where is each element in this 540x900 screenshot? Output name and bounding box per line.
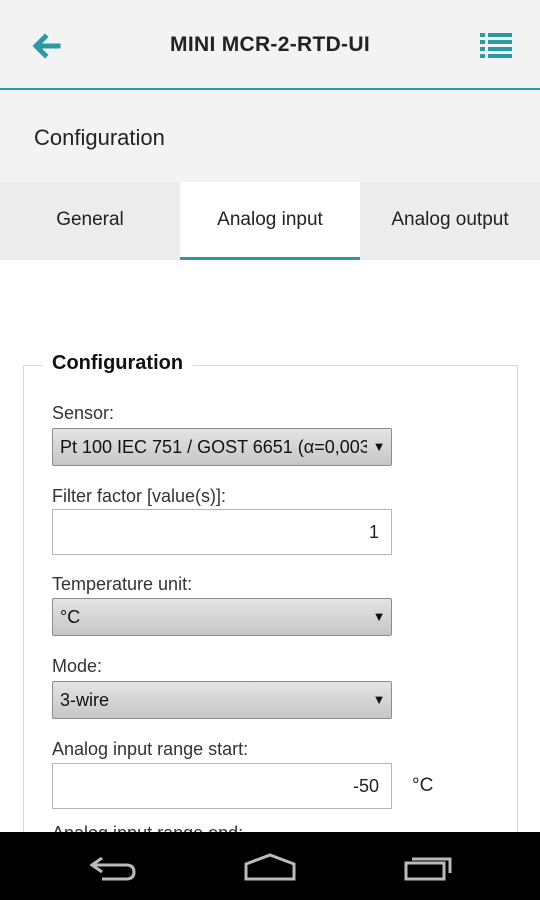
mode-label: Mode: bbox=[52, 656, 103, 676]
page-header: Configuration bbox=[0, 90, 540, 182]
temperature-unit-select[interactable]: °C ▼ bbox=[52, 598, 392, 636]
filter-factor-input[interactable]: 1 bbox=[52, 509, 392, 555]
page-title: Configuration bbox=[34, 125, 165, 150]
sensor-label: Sensor: bbox=[52, 403, 115, 423]
dropdown-arrow-icon: ▼ bbox=[367, 682, 391, 718]
mode-select[interactable]: 3-wire ▼ bbox=[52, 681, 392, 719]
tab-analog-input[interactable]: Analog input bbox=[180, 182, 360, 260]
app-title: MINI MCR-2-RTD-UI bbox=[170, 33, 370, 56]
sensor-value: Pt 100 IEC 751 / GOST 6651 (α=0,00385) bbox=[60, 437, 392, 457]
nav-home-icon[interactable] bbox=[243, 852, 297, 882]
tab-general[interactable]: General bbox=[0, 182, 180, 260]
range-start-label: Analog input range start: bbox=[52, 739, 249, 759]
range-start-unit: °C bbox=[412, 775, 434, 796]
sensor-select[interactable]: Pt 100 IEC 751 / GOST 6651 (α=0,00385) ▼ bbox=[52, 428, 392, 466]
nav-back-icon[interactable] bbox=[88, 852, 138, 882]
filter-factor-label: Filter factor [value(s)]: bbox=[52, 486, 227, 506]
nav-recents-icon[interactable] bbox=[403, 852, 455, 882]
dropdown-arrow-icon: ▼ bbox=[367, 599, 391, 635]
dropdown-arrow-icon: ▼ bbox=[367, 429, 391, 465]
temperature-unit-value: °C bbox=[60, 607, 81, 627]
app-bar: MINI MCR-2-RTD-UI bbox=[0, 0, 540, 90]
mode-value: 3-wire bbox=[60, 690, 110, 710]
temperature-unit-label: Temperature unit: bbox=[52, 574, 193, 594]
tab-bar: General Analog input Analog output bbox=[0, 182, 540, 260]
tab-analog-output[interactable]: Analog output bbox=[360, 182, 540, 260]
range-start-input[interactable]: -50 bbox=[52, 763, 392, 809]
configuration-legend: Configuration bbox=[42, 352, 194, 375]
list-icon[interactable] bbox=[478, 30, 514, 62]
system-nav-bar bbox=[0, 832, 540, 900]
